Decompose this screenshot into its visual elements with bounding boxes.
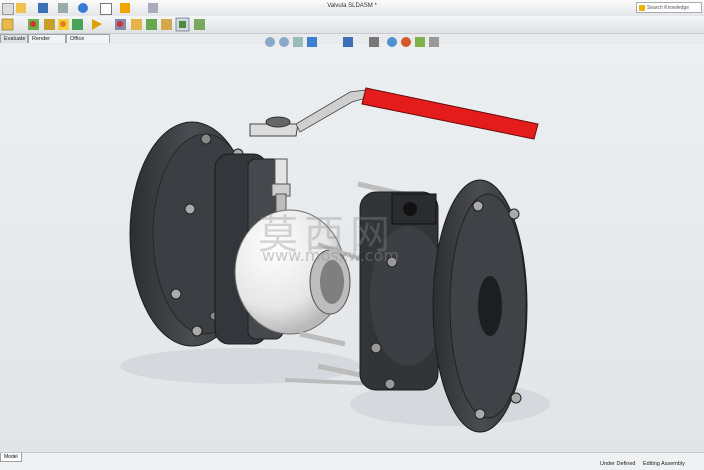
right-flange[interactable] (432, 179, 528, 433)
zoom-area-icon[interactable] (279, 37, 289, 47)
edit-appearance-icon[interactable] (401, 37, 411, 47)
display-style-icon[interactable] (369, 37, 379, 47)
view-orientation-icon[interactable] (343, 37, 353, 47)
editing-mode-status: Editing Assembly (643, 461, 685, 467)
heads-up-view-toolbar (265, 36, 445, 50)
exploded-view-icon[interactable] (175, 17, 190, 32)
status-bar (0, 452, 704, 470)
hide-show-icon[interactable] (387, 37, 397, 47)
bill-of-materials-icon[interactable] (161, 19, 172, 30)
tab-office-products[interactable]: Office Products (66, 34, 110, 51)
title-bar: Valvula SLDASM * Search Knowledge Base (0, 0, 704, 22)
graphics-area[interactable]: 莫西网 www.mosxw.com (0, 44, 704, 452)
insert-component-icon[interactable] (1, 18, 14, 31)
definition-status: Under Defined (600, 461, 636, 467)
new-motion-study-icon[interactable] (146, 19, 157, 30)
show-hidden-icon[interactable] (92, 19, 102, 30)
toolbar-icons (1, 17, 205, 32)
search-input[interactable]: Search Knowledge Base (636, 2, 702, 22)
section-view-icon[interactable] (307, 37, 317, 47)
smart-fastener-icon[interactable] (58, 19, 69, 30)
mate-icon[interactable] (28, 19, 39, 30)
tab-model[interactable]: Model (0, 453, 22, 462)
tab-evaluate[interactable]: Evaluate (0, 34, 28, 43)
previous-view-icon[interactable] (293, 37, 303, 47)
valve-handle[interactable] (249, 87, 539, 140)
tab-render-tools[interactable]: Render Tools (28, 34, 66, 51)
command-manager-toolbar (0, 16, 704, 34)
apply-scene-icon[interactable] (415, 37, 425, 47)
view-settings-icon[interactable] (429, 37, 439, 47)
move-component-icon[interactable] (72, 19, 83, 30)
instant3d-icon[interactable] (194, 19, 205, 30)
document-title: Valvula SLDASM * (327, 3, 377, 9)
assembly-features-icon[interactable] (115, 19, 126, 30)
linear-pattern-icon[interactable] (44, 19, 55, 30)
reference-geometry-icon[interactable] (131, 19, 142, 30)
search-icon (639, 5, 645, 11)
zoom-to-fit-icon[interactable] (265, 37, 275, 47)
watermark-url: www.mosxw.com (262, 246, 399, 265)
